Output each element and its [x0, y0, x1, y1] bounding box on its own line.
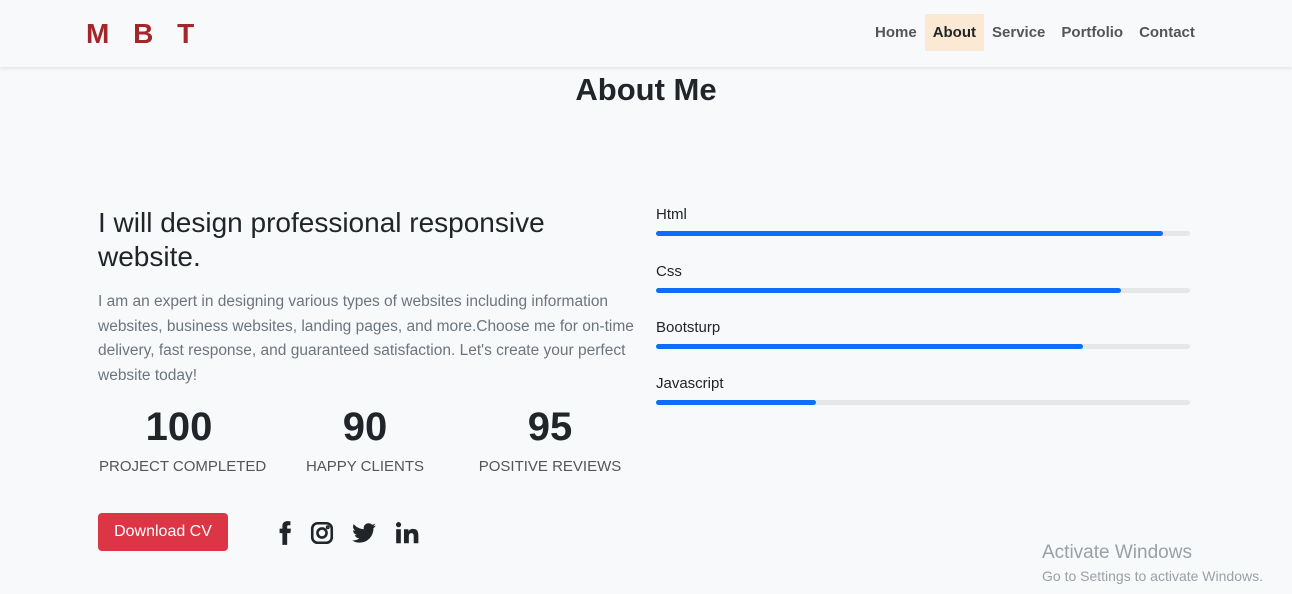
stat-label: POSITIVE REVIEWS — [478, 458, 622, 475]
progress-track — [656, 344, 1190, 349]
skill-javascript: Javascript — [656, 375, 1190, 405]
brand-logo[interactable]: M B T — [86, 18, 202, 50]
twitter-icon[interactable] — [351, 520, 377, 546]
stat-value: 90 — [342, 405, 388, 449]
progress-track — [656, 400, 1190, 405]
section-title: About Me — [575, 72, 717, 107]
progress-fill — [656, 400, 817, 405]
stat-clients: 90 HAPPY CLIENTS — [285, 402, 445, 475]
stat-label: HAPPY CLIENTS — [305, 458, 425, 475]
nav-portfolio[interactable]: Portfolio — [1053, 14, 1131, 51]
stat-reviews: 95 POSITIVE REVIEWS — [470, 402, 630, 475]
skill-html: Html — [656, 206, 1190, 236]
download-cv-button[interactable]: Download CV — [98, 513, 228, 551]
facebook-icon[interactable] — [272, 520, 298, 546]
stat-value: 100 — [145, 405, 213, 449]
linkedin-icon[interactable] — [394, 520, 420, 546]
skill-name: Javascript — [656, 375, 724, 392]
nav-contact[interactable]: Contact — [1131, 14, 1203, 51]
progress-fill — [656, 344, 1084, 349]
about-description: I am an expert in designing various type… — [98, 293, 634, 384]
skill-name: Css — [656, 263, 682, 280]
skill-bootstrap: Bootsturp — [656, 319, 1190, 349]
stat-projects: 100 PROJECT COMPLETED — [99, 402, 267, 475]
instagram-icon[interactable] — [309, 520, 335, 546]
nav-links: Home About Service Portfolio Contact — [867, 14, 1203, 51]
progress-fill — [656, 231, 1164, 236]
stat-value: 95 — [527, 405, 573, 449]
nav-service[interactable]: Service — [984, 14, 1053, 51]
stat-label: PROJECT COMPLETED — [99, 458, 267, 475]
watermark-subtitle: Go to Settings to activate Windows. — [1042, 568, 1263, 584]
nav-about[interactable]: About — [924, 14, 985, 51]
navbar: M B T Home About Service Portfolio Conta… — [0, 0, 1292, 67]
progress-track — [656, 231, 1190, 236]
nav-home[interactable]: Home — [867, 14, 925, 51]
activate-windows-watermark: Activate Windows Go to Settings to activ… — [1042, 542, 1263, 584]
skill-name: Bootsturp — [656, 319, 721, 336]
skill-name: Html — [656, 206, 687, 223]
watermark-title: Activate Windows — [1042, 542, 1192, 563]
progress-fill — [656, 288, 1121, 293]
about-headline: I will design professional responsive we… — [98, 207, 545, 272]
progress-track — [656, 288, 1190, 293]
skill-css: Css — [656, 263, 1190, 293]
